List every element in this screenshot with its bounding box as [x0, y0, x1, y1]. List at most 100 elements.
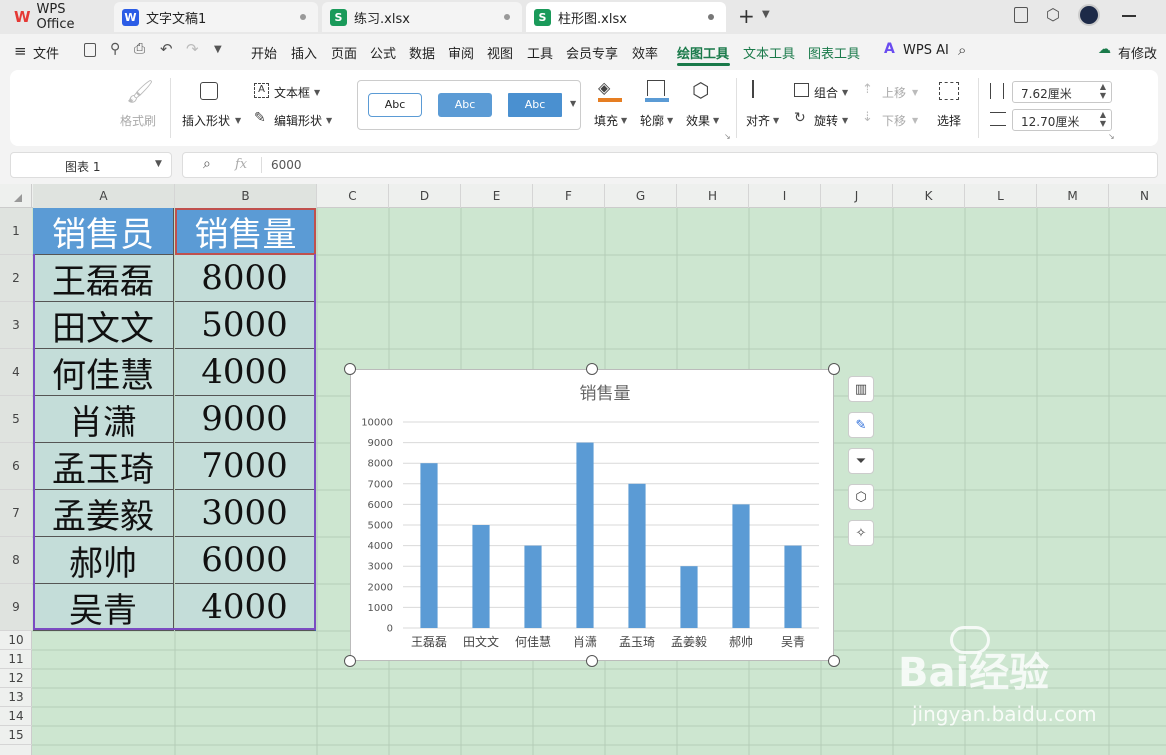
- cell-sales-volume[interactable]: 6000: [175, 537, 316, 584]
- row-header-2[interactable]: 2: [0, 255, 32, 302]
- fx-icon[interactable]: fx: [235, 157, 247, 172]
- menu-member[interactable]: 会员专享: [566, 43, 618, 62]
- outline-chevron-icon[interactable]: ▼: [667, 116, 673, 125]
- width-spinner-icon[interactable]: ▲ ▼: [1100, 110, 1106, 128]
- effects-chevron-icon[interactable]: ▼: [713, 116, 719, 125]
- search-icon[interactable]: ⌕: [958, 41, 966, 59]
- resize-handle-top[interactable]: [586, 363, 598, 375]
- cell-sales-volume[interactable]: 4000: [175, 349, 316, 396]
- resize-handle-bottom-left[interactable]: [344, 655, 356, 667]
- header-cell-salesperson[interactable]: 销售员: [33, 208, 174, 255]
- chart-magic-button[interactable]: ✧: [848, 520, 874, 546]
- row-header-4[interactable]: 4: [0, 349, 32, 396]
- menu-review[interactable]: 审阅: [448, 43, 474, 62]
- format-painter-button[interactable]: 格式刷: [120, 112, 156, 129]
- tab-practice[interactable]: S 练习.xlsx: [322, 2, 522, 32]
- effects-button[interactable]: 效果: [686, 112, 710, 129]
- resize-handle-bottom-right[interactable]: [828, 655, 840, 667]
- cell-sales-volume[interactable]: 3000: [175, 490, 316, 537]
- resize-handle-top-right[interactable]: [828, 363, 840, 375]
- tab-wps-office[interactable]: W WPS Office: [6, 2, 106, 32]
- rotate-chevron-icon[interactable]: ▼: [842, 116, 848, 125]
- cell-salesperson[interactable]: 王磊磊: [33, 255, 174, 302]
- redo-icon[interactable]: ↷: [186, 40, 199, 58]
- chart-style-button[interactable]: ✎: [848, 412, 874, 438]
- edit-shape-button[interactable]: 编辑形状: [274, 112, 322, 129]
- column-header-n[interactable]: N: [1109, 184, 1166, 208]
- row-header-14[interactable]: 14: [0, 707, 32, 726]
- align-chevron-icon[interactable]: ▼: [773, 116, 779, 125]
- resize-handle-top-left[interactable]: [344, 363, 356, 375]
- header-cell-sales-volume[interactable]: 销售量: [175, 208, 316, 255]
- text-box-chevron-icon[interactable]: ▼: [314, 88, 320, 97]
- outline-button[interactable]: 轮廓: [640, 112, 664, 129]
- menu-insert[interactable]: 插入: [291, 43, 317, 62]
- print-preview-icon[interactable]: ⎙: [134, 41, 145, 57]
- cell-salesperson[interactable]: 何佳慧: [33, 349, 174, 396]
- gallery-expand-icon[interactable]: ▼: [570, 99, 576, 108]
- row-header-12[interactable]: 12: [0, 669, 32, 688]
- cell-sales-volume[interactable]: 7000: [175, 443, 316, 490]
- row-header-7[interactable]: 7: [0, 490, 32, 537]
- minimize-icon[interactable]: [1122, 15, 1136, 17]
- menu-wps-ai[interactable]: WPS AI: [903, 43, 949, 58]
- menu-chart-tools[interactable]: 图表工具: [808, 43, 860, 62]
- row-header-5[interactable]: 5: [0, 396, 32, 443]
- menu-data[interactable]: 数据: [409, 43, 435, 62]
- style-dialog-launcher-icon[interactable]: ↘: [724, 132, 731, 141]
- menu-drawing-tools[interactable]: 绘图工具: [677, 43, 729, 62]
- tab-bar-chart[interactable]: S 柱形图.xlsx: [526, 2, 726, 32]
- align-button[interactable]: 对齐: [746, 112, 770, 129]
- edit-shape-chevron-icon[interactable]: ▼: [326, 116, 332, 125]
- cell-salesperson[interactable]: 孟玉琦: [33, 443, 174, 490]
- column-header-b[interactable]: B: [175, 184, 317, 208]
- shape-width-input[interactable]: 12.70厘米 ▲ ▼: [1012, 109, 1112, 131]
- name-box[interactable]: 图表 1 ▼: [10, 152, 172, 178]
- column-header-i[interactable]: I: [749, 184, 821, 208]
- column-header-k[interactable]: K: [893, 184, 965, 208]
- size-dialog-launcher-icon[interactable]: ↘: [1108, 132, 1115, 141]
- select-button[interactable]: 选择: [937, 112, 961, 129]
- name-box-chevron-icon[interactable]: ▼: [155, 159, 162, 169]
- select-all-corner[interactable]: [0, 184, 32, 208]
- row-header-8[interactable]: 8: [0, 537, 32, 584]
- height-spinner-icon[interactable]: ▲ ▼: [1100, 82, 1106, 100]
- menu-view[interactable]: 视图: [487, 43, 513, 62]
- insert-shape-button[interactable]: 插入形状: [182, 112, 230, 129]
- row-header-6[interactable]: 6: [0, 443, 32, 490]
- cell-sales-volume[interactable]: 8000: [175, 255, 316, 302]
- undo-icon[interactable]: ↶: [160, 40, 173, 58]
- menu-tools[interactable]: 工具: [527, 43, 553, 62]
- row-header-1[interactable]: 1: [0, 208, 32, 255]
- formula-value[interactable]: 6000: [271, 158, 302, 172]
- chart-settings-button[interactable]: ⬡: [848, 484, 874, 510]
- zoom-magnifier-icon[interactable]: ⌕: [203, 156, 211, 172]
- formula-bar[interactable]: ⌕ fx 6000: [182, 152, 1158, 178]
- quick-access-chevron-icon[interactable]: ▼: [214, 44, 222, 55]
- row-header-13[interactable]: 13: [0, 688, 32, 707]
- column-header-f[interactable]: F: [533, 184, 605, 208]
- cell-salesperson[interactable]: 田文文: [33, 302, 174, 349]
- chart-elements-button[interactable]: ▥: [848, 376, 874, 402]
- shape-style-outline[interactable]: Abc: [368, 93, 422, 117]
- shape-style-filled-dark[interactable]: Abc: [508, 93, 562, 117]
- modified-status[interactable]: 有修改: [1118, 43, 1157, 62]
- move-up-button[interactable]: 上移: [882, 84, 906, 101]
- sales-bar-chart[interactable]: 销售量 0 1000 2000 3000 4000 5000 6000 7000 8000 9000…: [350, 369, 834, 661]
- tab-list-chevron-icon[interactable]: ▼: [762, 9, 770, 20]
- column-header-e[interactable]: E: [461, 184, 533, 208]
- row-header-10[interactable]: 10: [0, 631, 32, 650]
- row-header-3[interactable]: 3: [0, 302, 32, 349]
- avatar[interactable]: [1078, 4, 1100, 26]
- cell-salesperson[interactable]: 吴青: [33, 584, 174, 631]
- column-header-a[interactable]: A: [33, 184, 175, 208]
- menu-formula[interactable]: 公式: [370, 43, 396, 62]
- menu-text-tools[interactable]: 文本工具: [743, 43, 795, 62]
- move-up-chevron-icon[interactable]: ▼: [912, 88, 918, 97]
- save-icon[interactable]: [84, 43, 96, 57]
- cell-sales-volume[interactable]: 4000: [175, 584, 316, 631]
- column-header-d[interactable]: D: [389, 184, 461, 208]
- tab-document[interactable]: W 文字文稿1: [114, 2, 318, 32]
- group-button[interactable]: 组合: [814, 84, 838, 101]
- rotate-button[interactable]: 旋转: [814, 112, 838, 129]
